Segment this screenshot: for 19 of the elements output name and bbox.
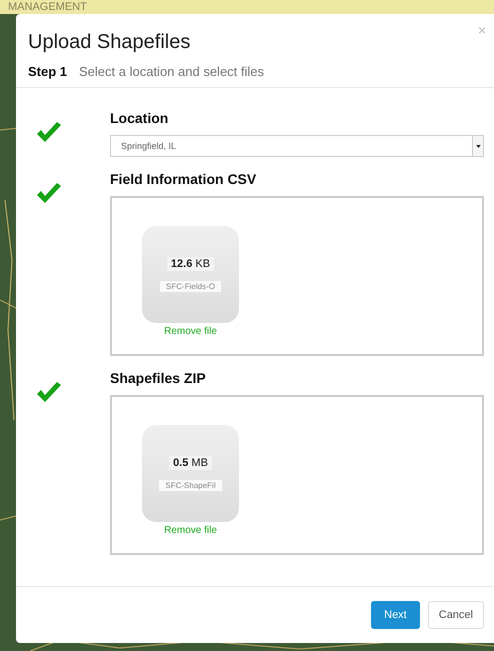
dialog-title: Upload Shapefiles [28, 30, 192, 55]
file-size: 0.5 MB [169, 456, 212, 470]
location-select[interactable]: Springfield, IL [110, 135, 484, 157]
step-description: Select a location and select files [79, 64, 264, 79]
next-button[interactable]: Next [371, 601, 420, 629]
file-name: SFC-ShapeFil [159, 480, 222, 491]
caret-icon [476, 144, 480, 148]
file-dropzone[interactable]: 12.6 KB SFC-Fields-O Remove file [110, 196, 484, 356]
file-name: SFC-Fields-O [160, 281, 221, 292]
file-dropzone[interactable]: 0.5 MB SFC-ShapeFil Remove file [110, 395, 484, 555]
header-title: MANAGEMENT [0, 0, 494, 14]
section-label: Location [110, 110, 170, 126]
remove-file-link[interactable]: Remove file [164, 326, 217, 337]
section-label: Shapefiles ZIP [110, 370, 207, 386]
file-size: 12.6 KB [166, 257, 214, 271]
cancel-button[interactable]: Cancel [428, 601, 484, 629]
step-number: Step 1 [28, 64, 68, 79]
section-label: Field Information CSV [110, 171, 258, 187]
remove-file-link[interactable]: Remove file [164, 525, 217, 536]
